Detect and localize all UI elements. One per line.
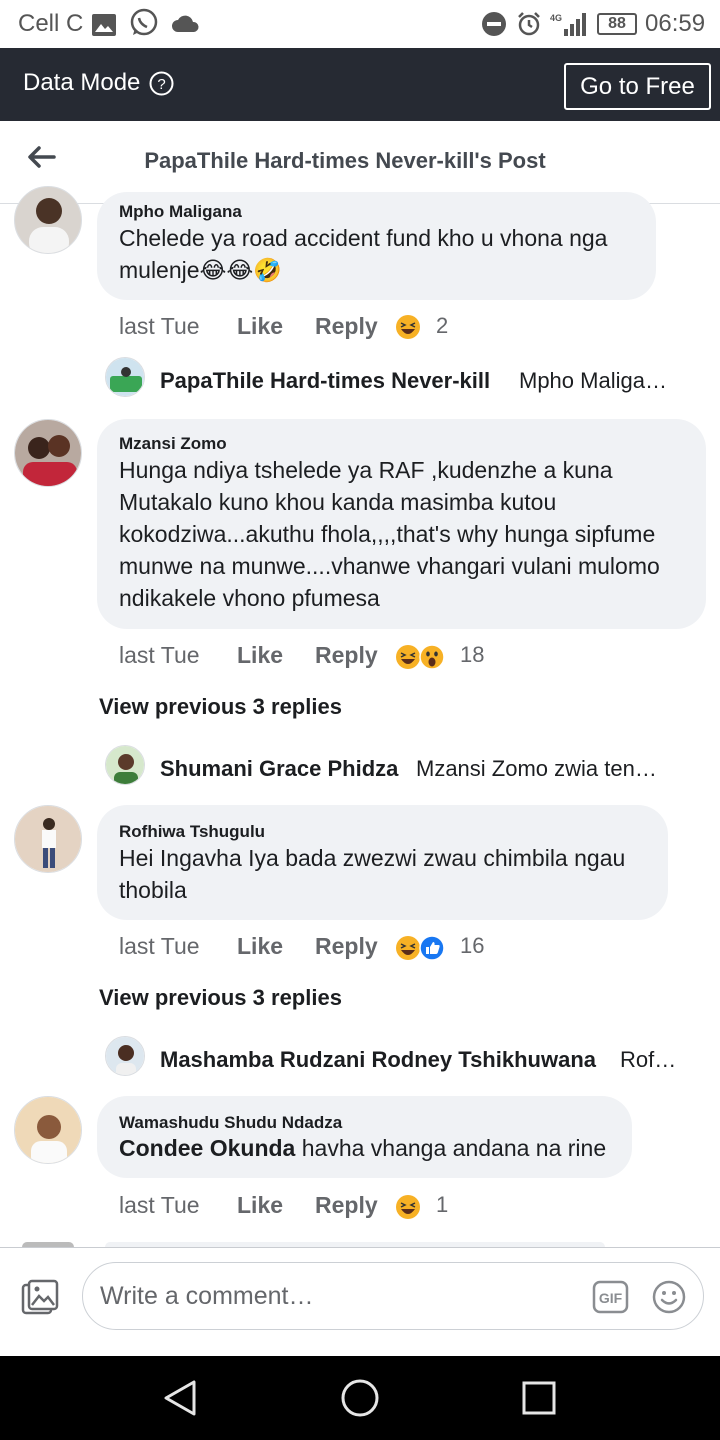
photo-icon[interactable]	[21, 1279, 59, 1315]
reaction-count[interactable]: 1	[436, 1192, 448, 1218]
carrier-label: Cell C	[18, 10, 84, 37]
comment-text: Condee Okunda havha vhanga andana na rin…	[119, 1132, 629, 1164]
comment-body: havha vhanga andana na rine	[295, 1135, 607, 1161]
reply-preview-text[interactable]: Mpho Maliga…	[519, 368, 699, 394]
laughing-emoji: 😂	[199, 257, 227, 283]
clock: 06:59	[645, 10, 706, 37]
like-button[interactable]: Like	[237, 313, 283, 340]
avatar[interactable]	[14, 805, 82, 873]
like-button[interactable]: Like	[237, 642, 283, 669]
rofl-emoji: 🤣	[253, 257, 282, 283]
haha-reaction-icon	[396, 315, 420, 339]
view-previous-replies[interactable]: View previous 3 replies	[99, 985, 342, 1011]
comment-line: Hunga ndiya tshelede ya RAF ,kudenzhe a …	[119, 457, 613, 483]
haha-reaction-icon	[396, 645, 420, 669]
comment-time: last Tue	[119, 1192, 200, 1218]
comment-author[interactable]: Rofhiwa Tshugulu	[119, 822, 265, 842]
go-to-free-button[interactable]: Go to Free	[564, 63, 711, 110]
comment-line: munwe na munwe....vhanwe vhangari vulani…	[119, 553, 660, 579]
svg-text:?: ?	[157, 76, 165, 93]
avatar[interactable]	[14, 419, 82, 487]
svg-text:4G: 4G	[550, 13, 562, 23]
back-icon[interactable]	[162, 1379, 200, 1417]
comment-author[interactable]: Mpho Maligana	[119, 202, 242, 222]
reply-author[interactable]: Mashamba Rudzani Rodney Tshikhuwana	[160, 1047, 596, 1073]
comment-line: kokodziwa...akuthu fhola,,,,that's why h…	[119, 521, 656, 547]
avatar[interactable]	[14, 1096, 82, 1164]
comment-text: Hunga ndiya tshelede ya RAF ,kudenzhe a …	[119, 454, 699, 614]
battery-level: 88	[608, 15, 626, 32]
dnd-icon	[482, 12, 506, 36]
comment-author[interactable]: Mzansi Zomo	[119, 434, 227, 454]
cloud-icon	[172, 15, 199, 32]
reaction-count[interactable]: 16	[460, 933, 484, 959]
reply-button[interactable]: Reply	[315, 1192, 378, 1219]
like-reaction-icon	[419, 935, 445, 961]
reply-preview-text[interactable]: Mzansi Zomo zwia ten…	[416, 756, 696, 782]
comment-text: Hei Ingavha Iya bada zwezwi zwau chimbil…	[119, 842, 664, 906]
laughing-emoji: 😂	[226, 257, 254, 283]
gif-icon[interactable]: GIF	[592, 1280, 629, 1314]
page-title: PapaThile Hard-times Never-kill's Post	[144, 148, 546, 173]
svg-text:GIF: GIF	[599, 1290, 623, 1306]
comment-time: last Tue	[119, 313, 200, 339]
avatar[interactable]	[105, 357, 145, 397]
reply-button[interactable]: Reply	[315, 313, 378, 340]
status-bar: Cell C 4G 88 06:59	[0, 0, 720, 48]
avatar[interactable]	[105, 1036, 145, 1076]
alarm-icon	[518, 12, 540, 36]
reply-author[interactable]: PapaThile Hard-times Never-kill	[160, 368, 490, 394]
comment-author[interactable]: Wamashudu Shudu Ndadza	[119, 1113, 342, 1133]
comment-line: Hei Ingavha Iya bada zwezwi zwau chimbil…	[119, 845, 626, 871]
avatar[interactable]	[105, 745, 145, 785]
emoji-picker-icon[interactable]	[652, 1280, 686, 1314]
reply-author[interactable]: Shumani Grace Phidza	[160, 756, 398, 782]
comment-line: ndikakele vhono pfumesa	[119, 585, 380, 611]
comment-time: last Tue	[119, 933, 200, 959]
reaction-count[interactable]: 18	[460, 642, 484, 668]
like-button[interactable]: Like	[237, 1192, 283, 1219]
recent-apps-icon[interactable]	[522, 1381, 556, 1415]
signal-icon: 4G	[550, 13, 586, 36]
avatar[interactable]	[14, 186, 82, 254]
whatsapp-icon	[130, 8, 158, 36]
comment-text: Chelede ya road accident fund kho u vhon…	[119, 222, 649, 286]
wow-reaction-icon	[419, 644, 445, 670]
haha-reaction-icon	[396, 1195, 420, 1219]
mention-link[interactable]: Condee Okunda	[119, 1135, 295, 1161]
help-icon[interactable]: ?	[149, 71, 174, 96]
haha-reaction-icon	[396, 936, 420, 960]
view-previous-replies[interactable]: View previous 3 replies	[99, 694, 342, 720]
reaction-count[interactable]: 2	[436, 313, 448, 339]
reply-button[interactable]: Reply	[315, 642, 378, 669]
like-button[interactable]: Like	[237, 933, 283, 960]
reply-button[interactable]: Reply	[315, 933, 378, 960]
battery-icon: 88	[597, 13, 637, 35]
comment-line: Mutakalo kuno khou kanda masimba kutou	[119, 489, 557, 515]
reply-preview-text[interactable]: Rof…	[620, 1047, 700, 1073]
data-mode-label: Data Mode	[23, 69, 141, 96]
home-icon[interactable]	[340, 1378, 380, 1418]
comment-time: last Tue	[119, 642, 200, 668]
comment-body: Chelede ya road accident fund kho u vhon…	[119, 225, 608, 283]
gallery-icon	[92, 14, 116, 36]
comment-line: thobila	[119, 877, 187, 903]
